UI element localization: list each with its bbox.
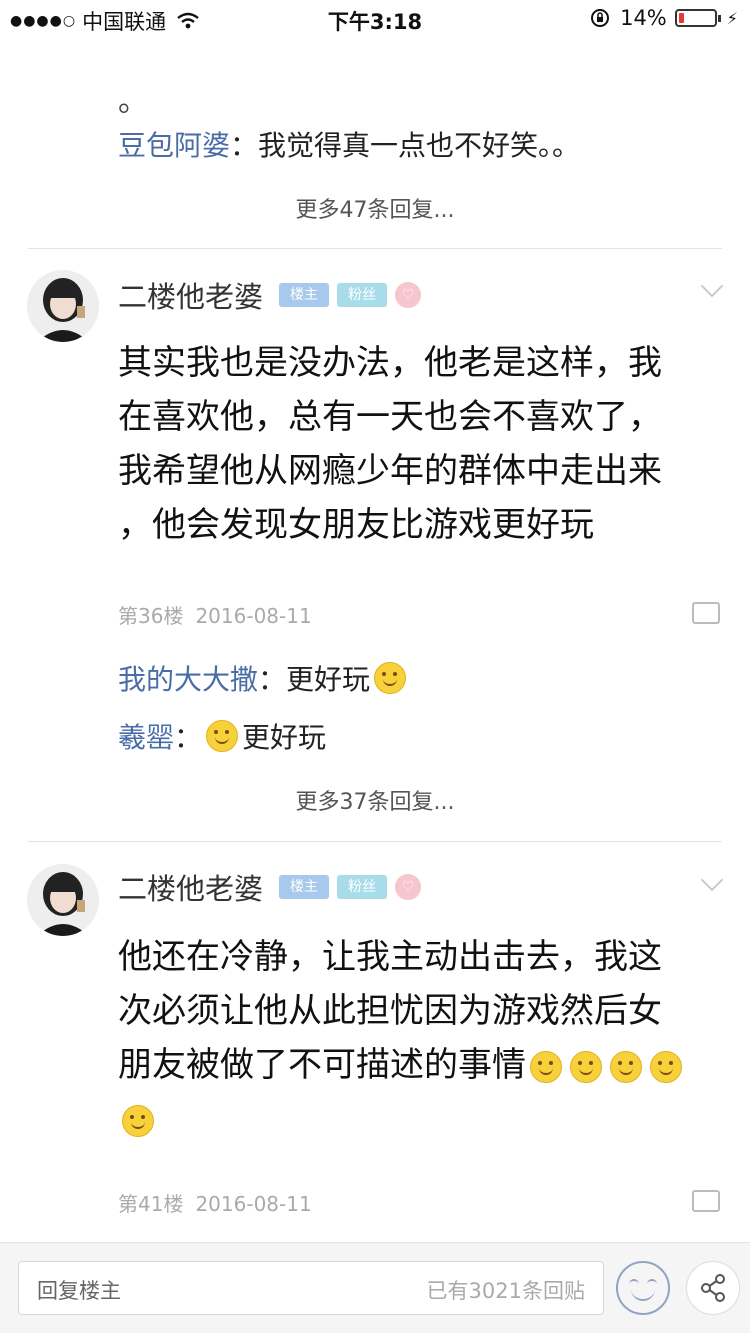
smiley-emoji-icon — [610, 1050, 642, 1083]
more-replies-link[interactable]: 更多37条回复... — [0, 784, 750, 816]
sub-reply: 我的大大撒 ： 更好玩 — [118, 658, 410, 698]
post-line: 我希望他从网瘾少年的群体中走出来 — [118, 451, 662, 491]
previous-post-tail: 。 — [118, 84, 148, 119]
thread-content[interactable]: 。 豆包阿婆 ： 我觉得真一点也不好笑。。 更多47条回复... 二楼他老婆 楼… — [0, 38, 750, 1242]
post-line: 他还在冷静，让我主动出击去，我这 — [118, 937, 662, 977]
post-line-text: 朋友被做了不可描述的事情 — [118, 1045, 526, 1085]
post-meta: 第41楼 2016-08-11 — [118, 1188, 312, 1217]
reply-placeholder: 回复楼主 — [37, 1279, 121, 1303]
sub-reply: 豆包阿婆 ： 我觉得真一点也不好笑。。 — [118, 124, 580, 164]
post-date: 2016-08-11 — [195, 1192, 312, 1216]
comment-icon[interactable] — [692, 1190, 720, 1212]
heart-level-icon: ♡ — [395, 874, 422, 900]
fan-badge: 粉丝 — [337, 875, 388, 899]
smiley-emoji-icon — [650, 1050, 682, 1083]
sub-reply-user[interactable]: 豆包阿婆 — [118, 124, 230, 164]
charging-bolt-icon: ⚡ — [726, 8, 738, 28]
reply-input[interactable]: 回复楼主 已有3021条回贴 — [18, 1261, 604, 1315]
sub-reply-text: 更好玩 — [286, 663, 371, 696]
sub-reply-user[interactable]: 我的大大撒 — [118, 658, 258, 698]
floor-number: 第41楼 — [118, 1192, 184, 1216]
sub-reply: 羲罂 ： 更好玩 — [118, 716, 326, 756]
battery-level — [678, 13, 684, 23]
post-date: 2016-08-11 — [195, 604, 312, 628]
post-line: 朋友被做了不可描述的事情 — [118, 1038, 718, 1092]
avatar-photo — [27, 864, 99, 936]
sub-reply-user[interactable]: 羲罂 — [118, 716, 174, 756]
post-line: 其实我也是没办法，他老是这样，我 — [118, 343, 662, 383]
status-bar: ●●●●○ 中国联通 下午3:18 14% ⚡ — [0, 0, 750, 38]
battery-icon — [674, 9, 721, 27]
share-icon[interactable] — [686, 1261, 740, 1315]
heart-level-icon: ♡ — [395, 282, 422, 308]
chevron-down-icon[interactable] — [700, 274, 724, 298]
host-badge: 楼主 — [279, 875, 330, 899]
smiley-emoji-icon — [570, 1050, 602, 1083]
author-name[interactable]: 二楼他老婆 — [118, 866, 263, 908]
author-name[interactable]: 二楼他老婆 — [118, 274, 263, 316]
post-line — [118, 1092, 718, 1146]
post-line: 次必须让他从此担忧因为游戏然后女 — [118, 991, 662, 1031]
smiley-emoji-icon — [374, 662, 407, 694]
divider — [28, 841, 722, 842]
post-body: 其实我也是没办法，他老是这样，我 在喜欢他，总有一天也会不喜欢了， 我希望他从网… — [118, 336, 718, 552]
sub-reply-separator: ： — [258, 663, 287, 696]
post-author-row: 二楼他老婆 楼主 粉丝 ♡ — [118, 274, 422, 316]
avatar-photo — [27, 270, 99, 342]
rotation-lock-icon — [591, 9, 610, 27]
divider — [28, 248, 722, 249]
avatar[interactable] — [27, 864, 99, 936]
sub-reply-text: 更好玩 — [242, 721, 327, 754]
sub-reply-text: 我觉得真一点也不好笑。。 — [258, 129, 581, 162]
host-badge: 楼主 — [279, 283, 330, 307]
sub-reply-separator: ： — [174, 721, 203, 754]
reply-count: 已有3021条回贴 — [426, 1279, 585, 1303]
post-body: 他还在冷静，让我主动出击去，我这 次必须让他从此担忧因为游戏然后女 朋友被做了不… — [118, 930, 718, 1146]
smile-face-icon[interactable] — [616, 1261, 670, 1315]
post-line: 在喜欢他，总有一天也会不喜欢了， — [118, 397, 662, 437]
smiley-emoji-icon — [530, 1050, 562, 1083]
fan-badge: 粉丝 — [337, 283, 388, 307]
bottom-bar: 回复楼主 已有3021条回贴 — [0, 1242, 750, 1333]
floor-number: 第36楼 — [118, 604, 184, 628]
smiley-emoji-icon — [122, 1104, 154, 1137]
sub-reply-separator: ： — [230, 129, 259, 162]
comment-icon[interactable] — [692, 602, 720, 624]
avatar[interactable] — [27, 270, 99, 342]
smiley-emoji-icon — [206, 720, 239, 752]
post-line: ，他会发现女朋友比游戏更好玩 — [118, 505, 594, 545]
more-replies-link[interactable]: 更多47条回复... — [0, 192, 750, 224]
battery-percent: 14% — [620, 6, 667, 30]
post-author-row: 二楼他老婆 楼主 粉丝 ♡ — [118, 866, 422, 908]
chevron-down-icon[interactable] — [700, 868, 724, 892]
post-meta: 第36楼 2016-08-11 — [118, 600, 312, 629]
